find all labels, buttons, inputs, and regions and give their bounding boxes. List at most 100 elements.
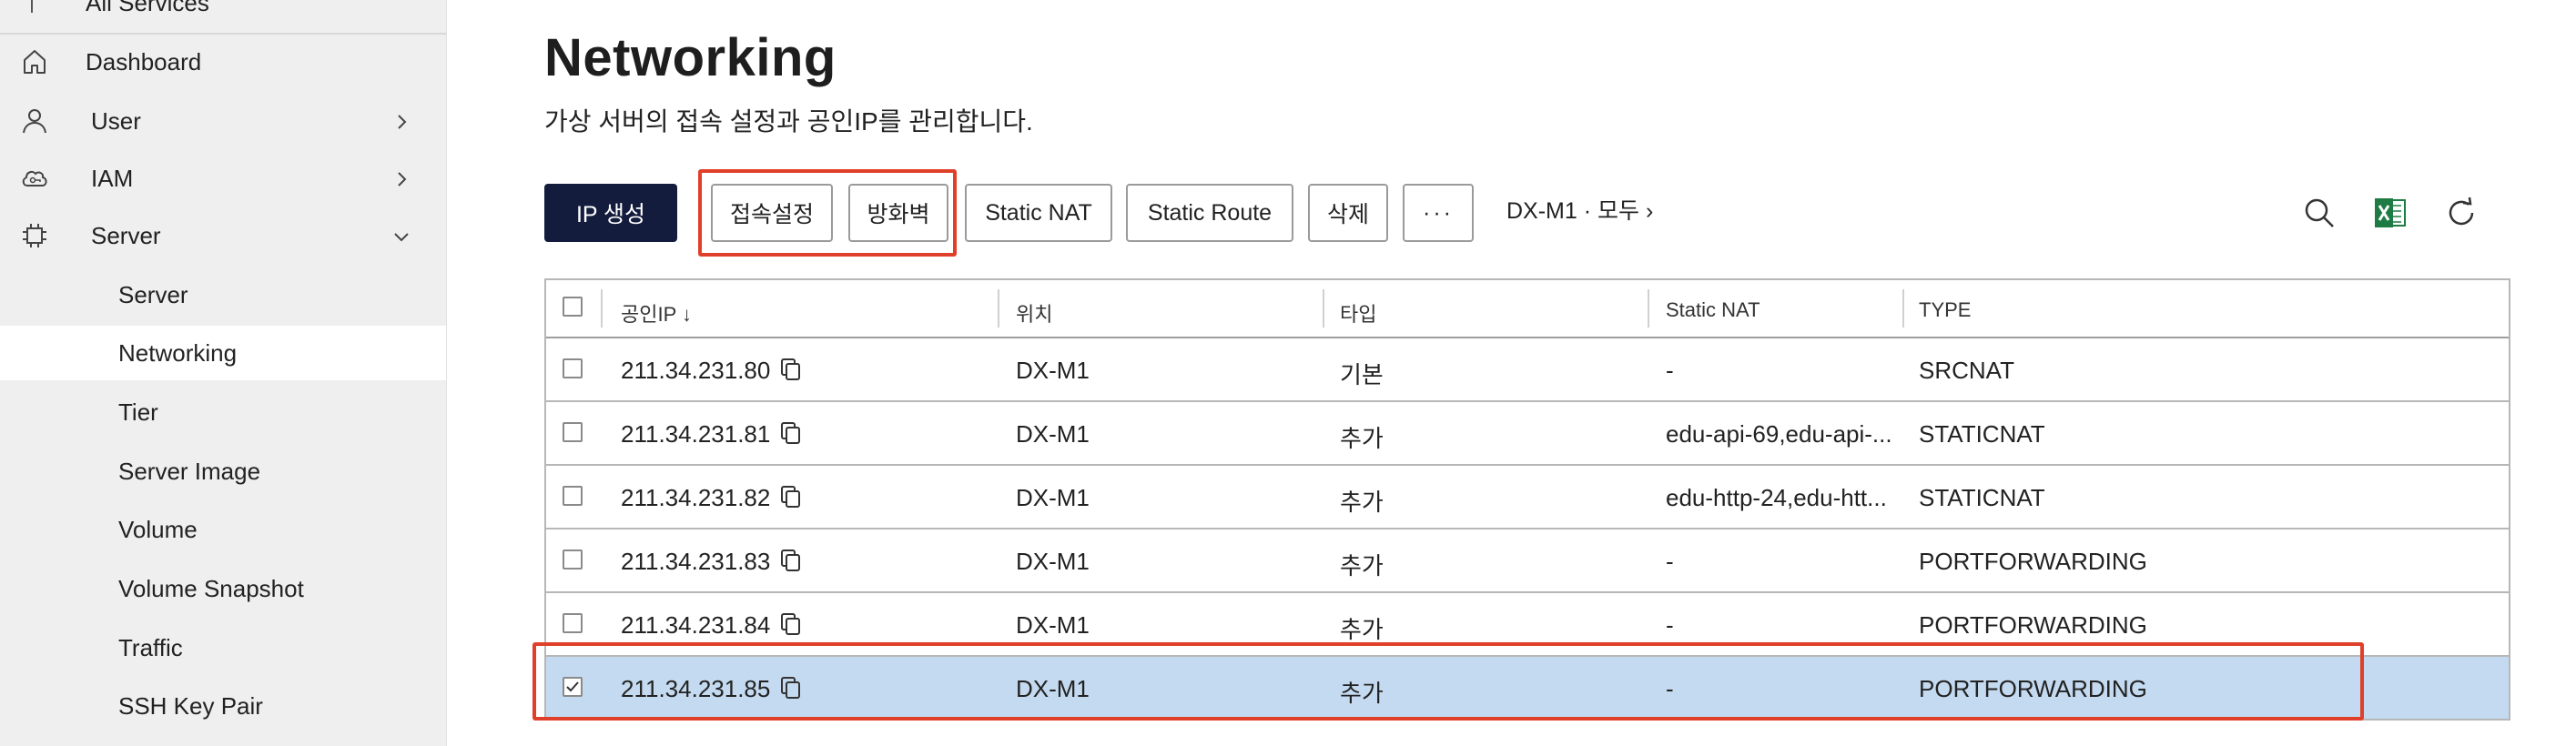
sidebar-subitem-volume[interactable]: Volume [0, 502, 446, 557]
sidebar-subitem-server-image[interactable]: Server Image [0, 444, 446, 499]
cell-nat-type: PORTFORWARDING [1919, 548, 2147, 575]
select-all-checkbox[interactable] [563, 297, 583, 317]
static-route-button[interactable]: Static Route [1126, 184, 1293, 242]
row-checkbox[interactable] [563, 358, 583, 378]
table-header: 공인IP ↓ 위치 타입 Static NAT TYPE [546, 280, 2509, 338]
user-icon [23, 109, 46, 134]
sidebar-subitem-tier[interactable]: Tier [0, 385, 446, 439]
table-row[interactable]: 211.34.231.82 DX-M1 추가 edu-http-24,edu-h… [546, 466, 2509, 529]
create-ip-button[interactable]: IP 생성 [544, 184, 677, 242]
sidebar-item-label: Networking [118, 339, 238, 367]
column-header-location[interactable]: 위치 [1016, 298, 1052, 328]
sidebar-subitem-volume-snapshot[interactable]: Volume Snapshot [0, 561, 446, 616]
cell-ip: 211.34.231.80 [621, 357, 771, 384]
sidebar-item-all-services[interactable]: All Services [0, 0, 446, 35]
sidebar-subitem-server[interactable]: Server [0, 267, 446, 322]
plus-icon [20, 0, 44, 13]
cell-ip: 211.34.231.84 [621, 611, 771, 639]
sidebar-item-label: Server [91, 222, 161, 249]
highlight-box-selected-row [532, 642, 2364, 721]
sidebar-item-label: User [91, 107, 141, 135]
sidebar-item-label: Server [118, 281, 188, 308]
static-nat-button[interactable]: Static NAT [965, 184, 1112, 242]
cell-static-nat: - [1666, 611, 1674, 639]
row-checkbox[interactable] [563, 549, 583, 570]
copy-icon[interactable] [779, 484, 803, 509]
sidebar-item-dashboard[interactable]: Dashboard [0, 35, 446, 89]
chevron-down-icon [394, 233, 409, 242]
copy-icon[interactable] [779, 357, 803, 382]
access-settings-button[interactable]: 접속설정 [711, 184, 833, 242]
cell-static-nat: - [1666, 357, 1674, 384]
column-header-type[interactable]: 타입 [1340, 298, 1376, 328]
chevron-right-icon [398, 172, 407, 186]
cell-nat-type: PORTFORWARDING [1919, 611, 2147, 639]
cell-type: 기본 [1340, 361, 1384, 388]
sidebar: All Services Dashboard User IAM Server S… [0, 0, 447, 746]
cell-nat-type: STATICNAT [1919, 484, 2045, 511]
table-row[interactable]: 211.34.231.81 DX-M1 추가 edu-api-69,edu-ap… [546, 402, 2509, 466]
column-divider [601, 289, 603, 328]
more-button[interactable]: ··· [1403, 184, 1474, 242]
sidebar-item-label: Server Image [118, 458, 261, 485]
page-subtitle: 가상 서버의 접속 설정과 공인IP를 관리합니다. [544, 107, 1033, 136]
copy-icon[interactable] [779, 548, 803, 573]
cell-ip: 211.34.231.81 [621, 420, 771, 448]
column-divider [1323, 289, 1324, 328]
sidebar-item-label: All Services [86, 0, 209, 16]
row-checkbox[interactable] [563, 613, 583, 633]
sidebar-item-user[interactable]: User [0, 94, 446, 148]
cell-location: DX-M1 [1016, 484, 1090, 511]
column-divider [998, 289, 999, 328]
column-divider [1648, 289, 1649, 328]
sidebar-subitem-ssh-key-pair[interactable]: SSH Key Pair [0, 679, 446, 733]
cell-location: DX-M1 [1016, 420, 1090, 448]
cell-location: DX-M1 [1016, 357, 1090, 384]
cell-type: 추가 [1340, 489, 1384, 516]
firewall-button[interactable]: 방화벽 [848, 184, 948, 242]
excel-export-icon[interactable] [2372, 195, 2409, 231]
sidebar-item-label: Volume [118, 516, 198, 543]
table-row[interactable]: 211.34.231.80 DX-M1 기본 - SRCNAT [546, 338, 2509, 402]
cell-ip: 211.34.231.82 [621, 484, 771, 511]
cell-static-nat: edu-api-69,edu-api-... [1666, 420, 1892, 448]
row-checkbox[interactable] [563, 486, 583, 506]
sidebar-item-label: Traffic [118, 634, 183, 661]
cell-static-nat: - [1666, 548, 1674, 575]
sidebar-item-label: IAM [91, 165, 134, 192]
cell-type: 추가 [1340, 425, 1384, 452]
cell-type: 추가 [1340, 552, 1384, 580]
copy-icon[interactable] [779, 611, 803, 637]
sidebar-item-label: Volume Snapshot [118, 575, 304, 602]
cell-location: DX-M1 [1016, 611, 1090, 639]
cell-static-nat: edu-http-24,edu-htt... [1666, 484, 1887, 511]
location-filter[interactable]: DX-M1 · 모두 › [1506, 193, 1653, 226]
cell-location: DX-M1 [1016, 548, 1090, 575]
sidebar-item-label: Dashboard [86, 48, 202, 76]
delete-button[interactable]: 삭제 [1308, 184, 1388, 242]
sidebar-item-iam[interactable]: IAM [0, 151, 446, 206]
refresh-icon[interactable] [2443, 195, 2480, 231]
chip-icon [23, 224, 46, 247]
cell-type: 추가 [1340, 616, 1384, 643]
page-title: Networking [544, 28, 837, 87]
column-header-nat-type[interactable]: TYPE [1919, 298, 1971, 322]
sidebar-subitem-networking[interactable]: Networking [0, 326, 446, 380]
cloud-icon [22, 170, 47, 186]
cell-ip: 211.34.231.83 [621, 548, 771, 575]
sidebar-item-server[interactable]: Server [0, 208, 446, 263]
sidebar-subitem-traffic[interactable]: Traffic [0, 620, 446, 675]
search-icon[interactable] [2301, 195, 2338, 231]
cell-nat-type: STATICNAT [1919, 420, 2045, 448]
column-divider [1902, 289, 1904, 328]
column-header-public-ip[interactable]: 공인IP ↓ [621, 298, 692, 328]
table-row[interactable]: 211.34.231.83 DX-M1 추가 - PORTFORWARDING [546, 529, 2509, 593]
sidebar-item-label: Tier [118, 398, 158, 426]
cell-nat-type: SRCNAT [1919, 357, 2014, 384]
copy-icon[interactable] [779, 420, 803, 446]
sidebar-item-label: SSH Key Pair [118, 692, 263, 720]
home-icon [24, 50, 46, 74]
column-header-static-nat[interactable]: Static NAT [1666, 298, 1760, 322]
row-checkbox[interactable] [563, 422, 583, 442]
chevron-right-icon [398, 115, 407, 129]
